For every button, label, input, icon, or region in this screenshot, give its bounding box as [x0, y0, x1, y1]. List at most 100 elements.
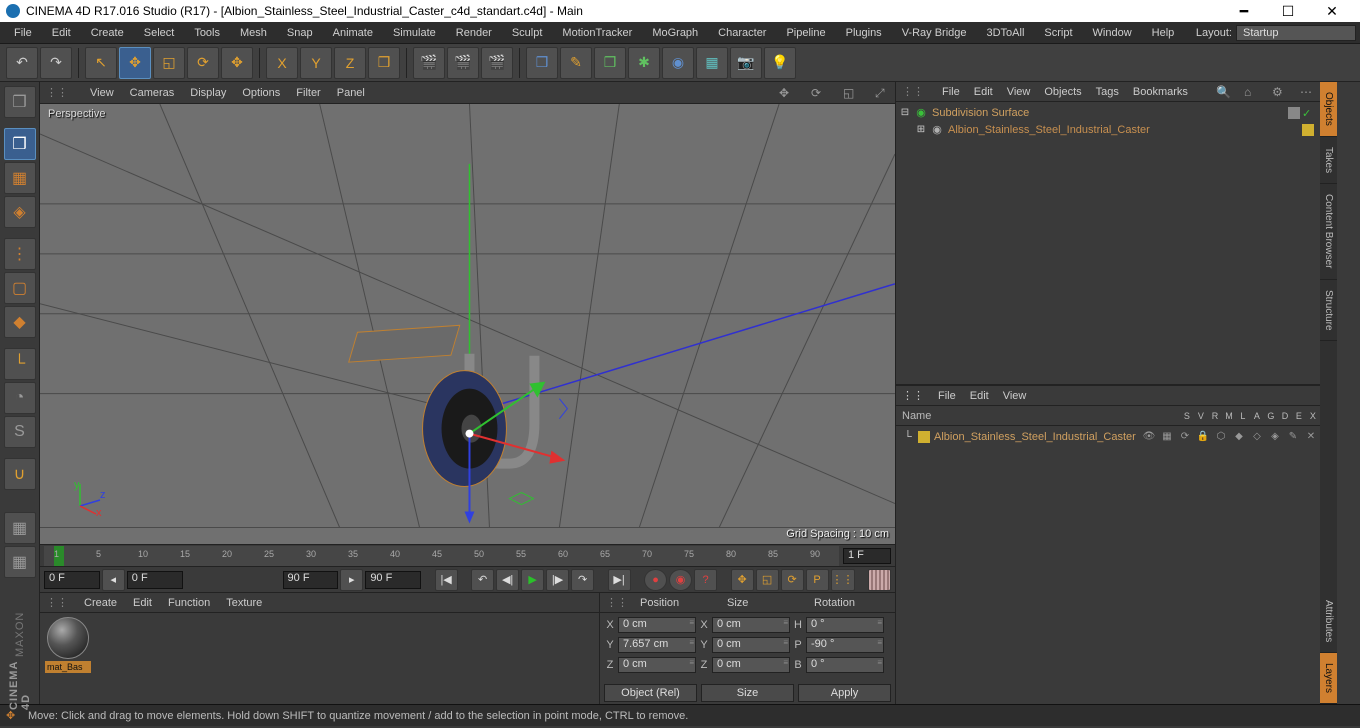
material-item[interactable]: mat_Bas: [44, 617, 92, 700]
model-mode-button[interactable]: ❒: [4, 128, 36, 160]
redo-button[interactable]: ↷: [40, 47, 72, 79]
axis-orientation-widget[interactable]: y z x: [70, 480, 106, 516]
range-end-stepper[interactable]: ▸: [340, 569, 363, 591]
y-axis-lock[interactable]: Y: [300, 47, 332, 79]
undo-button[interactable]: ↶: [6, 47, 38, 79]
layers-col-v[interactable]: V: [1194, 411, 1208, 421]
keymode-scale-button[interactable]: ◱: [756, 569, 779, 591]
edges-mode-button[interactable]: ▢: [4, 272, 36, 304]
menu-edit[interactable]: Edit: [42, 22, 81, 44]
workplane-mode-button[interactable]: ◈: [4, 196, 36, 228]
planar-wp-button[interactable]: ▦: [4, 546, 36, 578]
goto-start-button[interactable]: |◀: [435, 569, 458, 591]
axis-mode-button[interactable]: └: [4, 348, 36, 380]
keymode-pos-button[interactable]: ✥: [731, 569, 754, 591]
visibility-tag-icon[interactable]: ✓: [1302, 107, 1314, 119]
panel-grip-icon[interactable]: ⋮⋮: [902, 85, 924, 98]
rotation-h-field[interactable]: 0 °≡: [806, 617, 884, 633]
menu-simulate[interactable]: Simulate: [383, 22, 446, 44]
tree-expander-icon[interactable]: ⊟: [900, 107, 910, 118]
menu-file[interactable]: File: [4, 22, 42, 44]
prev-frame-button[interactable]: ◀|: [496, 569, 519, 591]
layers-col-l[interactable]: L: [1236, 411, 1250, 421]
next-frame-button[interactable]: |▶: [546, 569, 569, 591]
polygons-mode-button[interactable]: ◆: [4, 306, 36, 338]
range-start-field[interactable]: 0 F: [44, 571, 100, 589]
add-light-button[interactable]: 💡: [764, 47, 796, 79]
layers-col-m[interactable]: M: [1222, 411, 1236, 421]
range-start-stepper[interactable]: ◂: [102, 569, 125, 591]
layer-toggle-icon-8[interactable]: ✎: [1286, 431, 1300, 442]
window-minimize-button[interactable]: ━: [1222, 0, 1266, 22]
range-end-field[interactable]: 90 F: [365, 571, 421, 589]
last-tool-button[interactable]: ✥: [221, 47, 253, 79]
viewport-menu-filter[interactable]: Filter: [296, 87, 320, 99]
right-tab-takes[interactable]: Takes: [1320, 137, 1337, 184]
menu-v-ray-bridge[interactable]: V-Ray Bridge: [892, 22, 977, 44]
viewport-nav-icon-1[interactable]: ⟳: [811, 86, 825, 100]
panel-grip-icon[interactable]: ⋮⋮: [600, 596, 634, 609]
menu-sculpt[interactable]: Sculpt: [502, 22, 553, 44]
layer-toggle-icon-6[interactable]: ◇: [1250, 431, 1264, 442]
menu-snap[interactable]: Snap: [277, 22, 323, 44]
viewport-menu-display[interactable]: Display: [190, 87, 226, 99]
menu-3dtoall[interactable]: 3DToAll: [977, 22, 1035, 44]
record-button[interactable]: ●: [644, 569, 667, 591]
layout-dropdown[interactable]: Startup: [1236, 25, 1356, 41]
viewport-menu-panel[interactable]: Panel: [337, 87, 365, 99]
viewport-nav-icon-2[interactable]: ◱: [843, 86, 857, 100]
add-cube-button[interactable]: ❒: [526, 47, 558, 79]
objmgr-menu-view[interactable]: View: [1007, 86, 1031, 98]
render-region-button[interactable]: 🎬: [447, 47, 479, 79]
slider-start-field[interactable]: 0 F: [127, 571, 183, 589]
layers-col-a[interactable]: A: [1250, 411, 1264, 421]
viewport-nav-icon-3[interactable]: ⤢: [875, 86, 889, 100]
menu-script[interactable]: Script: [1034, 22, 1082, 44]
layer-row[interactable]: └Albion_Stainless_Steel_Industrial_Caste…: [898, 428, 1318, 445]
make-editable-button[interactable]: ❒: [4, 86, 36, 118]
apply-button[interactable]: Apply: [798, 684, 891, 702]
viewport[interactable]: Perspective Grid Spacing : 10 cm y z x: [40, 104, 895, 544]
z-axis-lock[interactable]: Z: [334, 47, 366, 79]
layers-col-g[interactable]: G: [1264, 411, 1278, 421]
layer-tag-icon[interactable]: [1288, 107, 1300, 119]
layers-col-s[interactable]: S: [1180, 411, 1194, 421]
layer-toggle-icon-0[interactable]: 👁: [1142, 431, 1156, 442]
objmgr-tool-icon-0[interactable]: 🔍: [1216, 85, 1230, 99]
keymode-param-button[interactable]: P: [806, 569, 829, 591]
add-bend-button[interactable]: ◉: [662, 47, 694, 79]
position-z-field[interactable]: 0 cm≡: [618, 657, 696, 673]
locked-wp-button[interactable]: ▦: [4, 512, 36, 544]
panel-grip-icon[interactable]: ⋮⋮: [46, 86, 68, 99]
points-mode-button[interactable]: ⋮: [4, 238, 36, 270]
add-array-button[interactable]: ✱: [628, 47, 660, 79]
autokey-button[interactable]: ◉: [669, 569, 692, 591]
menu-help[interactable]: Help: [1142, 22, 1185, 44]
menu-mograph[interactable]: MoGraph: [642, 22, 708, 44]
objmgr-menu-edit[interactable]: Edit: [974, 86, 993, 98]
play-sound-button[interactable]: [868, 569, 891, 591]
layer-toggle-icon-5[interactable]: ◆: [1232, 431, 1246, 442]
right-tab-objects[interactable]: Objects: [1320, 82, 1337, 137]
layers-menu-file[interactable]: File: [938, 390, 956, 402]
material-menu-edit[interactable]: Edit: [133, 597, 152, 609]
coord-system-button[interactable]: ❒: [368, 47, 400, 79]
viewport-menu-view[interactable]: View: [90, 87, 114, 99]
keymode-rot-button[interactable]: ⟳: [781, 569, 804, 591]
layer-color-swatch-icon[interactable]: [918, 431, 930, 443]
layers-menu-edit[interactable]: Edit: [970, 390, 989, 402]
menu-motiontracker[interactable]: MotionTracker: [552, 22, 642, 44]
layers-col-e[interactable]: E: [1292, 411, 1306, 421]
next-key-button[interactable]: ↷: [571, 569, 594, 591]
material-menu-create[interactable]: Create: [84, 597, 117, 609]
layers-menu-view[interactable]: View: [1003, 390, 1027, 402]
add-floor-button[interactable]: ▦: [696, 47, 728, 79]
viewport-solo-button[interactable]: ◔: [4, 382, 36, 414]
objmgr-menu-tags[interactable]: Tags: [1096, 86, 1119, 98]
tree-expander-icon[interactable]: ⊞: [916, 124, 926, 135]
soft-selection-button[interactable]: ∪: [4, 458, 36, 490]
layers-col-r[interactable]: R: [1208, 411, 1222, 421]
position-y-field[interactable]: 7.657 cm≡: [618, 637, 696, 653]
menu-window[interactable]: Window: [1083, 22, 1142, 44]
objmgr-tool-icon-1[interactable]: ⌂: [1244, 85, 1258, 99]
